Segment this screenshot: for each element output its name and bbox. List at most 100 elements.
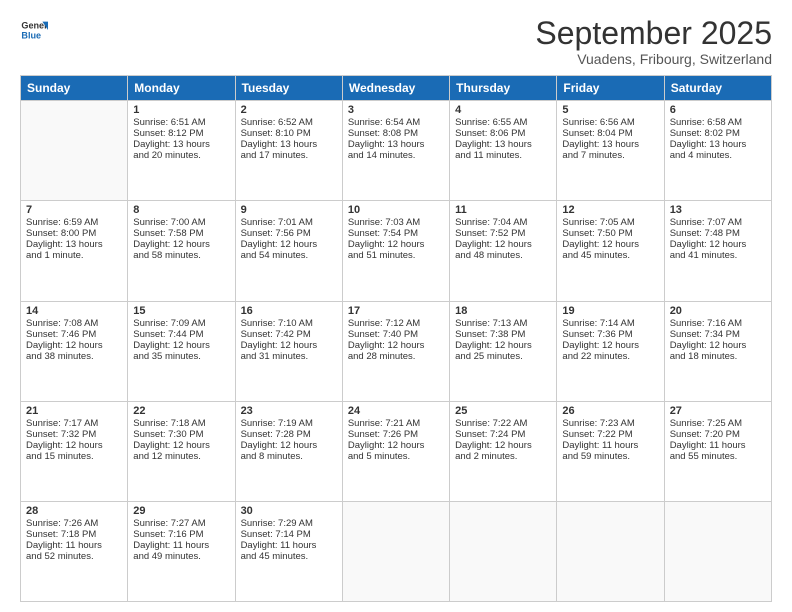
day-detail: Sunrise: 7:29 AM [241,518,337,529]
day-detail: Sunrise: 6:54 AM [348,117,444,128]
title-block: September 2025 Vuadens, Fribourg, Switze… [535,16,772,67]
calendar-day-header: Wednesday [342,76,449,101]
day-detail: Daylight: 13 hours [562,139,658,150]
calendar-cell: 5Sunrise: 6:56 AMSunset: 8:04 PMDaylight… [557,101,664,201]
day-detail: Sunrise: 6:56 AM [562,117,658,128]
day-detail: and 45 minutes. [562,250,658,261]
calendar-cell: 14Sunrise: 7:08 AMSunset: 7:46 PMDayligh… [21,301,128,401]
day-number: 16 [241,305,337,317]
day-detail: Sunrise: 7:27 AM [133,518,229,529]
day-detail: Daylight: 12 hours [670,239,766,250]
svg-text:Blue: Blue [21,30,41,40]
day-detail: Sunset: 7:34 PM [670,329,766,340]
day-detail: and 35 minutes. [133,351,229,362]
day-detail: Sunset: 7:58 PM [133,228,229,239]
day-detail: Daylight: 12 hours [133,239,229,250]
day-detail: Sunrise: 7:05 AM [562,217,658,228]
calendar-cell [664,501,771,601]
calendar-cell: 15Sunrise: 7:09 AMSunset: 7:44 PMDayligh… [128,301,235,401]
day-number: 30 [241,505,337,517]
day-detail: and 4 minutes. [670,150,766,161]
day-number: 10 [348,204,444,216]
day-detail: Daylight: 11 hours [562,440,658,451]
day-detail: Sunset: 7:20 PM [670,429,766,440]
day-detail: Sunset: 7:54 PM [348,228,444,239]
calendar-cell: 30Sunrise: 7:29 AMSunset: 7:14 PMDayligh… [235,501,342,601]
calendar-cell [21,101,128,201]
day-detail: Daylight: 12 hours [133,340,229,351]
calendar-week-row: 1Sunrise: 6:51 AMSunset: 8:12 PMDaylight… [21,101,772,201]
day-detail: and 41 minutes. [670,250,766,261]
logo: General Blue [20,16,48,44]
day-detail: Sunrise: 7:03 AM [348,217,444,228]
day-detail: Sunrise: 7:09 AM [133,318,229,329]
day-detail: and 58 minutes. [133,250,229,261]
day-detail: Daylight: 13 hours [670,139,766,150]
day-detail: Sunrise: 7:04 AM [455,217,551,228]
calendar-cell: 25Sunrise: 7:22 AMSunset: 7:24 PMDayligh… [450,401,557,501]
day-detail: and 22 minutes. [562,351,658,362]
day-detail: Sunset: 7:22 PM [562,429,658,440]
day-detail: Sunset: 7:28 PM [241,429,337,440]
day-detail: Sunrise: 7:10 AM [241,318,337,329]
calendar-cell [450,501,557,601]
day-detail: Sunset: 7:56 PM [241,228,337,239]
day-number: 4 [455,104,551,116]
day-detail: Sunset: 7:18 PM [26,529,122,540]
calendar-cell: 28Sunrise: 7:26 AMSunset: 7:18 PMDayligh… [21,501,128,601]
calendar-cell: 17Sunrise: 7:12 AMSunset: 7:40 PMDayligh… [342,301,449,401]
day-detail: Sunset: 7:26 PM [348,429,444,440]
day-detail: Daylight: 12 hours [241,340,337,351]
day-number: 9 [241,204,337,216]
day-detail: and 38 minutes. [26,351,122,362]
day-detail: Sunrise: 7:19 AM [241,418,337,429]
page: General Blue September 2025 Vuadens, Fri… [0,0,792,612]
calendar-cell: 8Sunrise: 7:00 AMSunset: 7:58 PMDaylight… [128,201,235,301]
day-number: 11 [455,204,551,216]
day-detail: and 8 minutes. [241,451,337,462]
day-detail: Sunrise: 7:18 AM [133,418,229,429]
calendar-cell: 18Sunrise: 7:13 AMSunset: 7:38 PMDayligh… [450,301,557,401]
calendar-cell: 21Sunrise: 7:17 AMSunset: 7:32 PMDayligh… [21,401,128,501]
day-number: 2 [241,104,337,116]
day-number: 14 [26,305,122,317]
calendar-cell: 22Sunrise: 7:18 AMSunset: 7:30 PMDayligh… [128,401,235,501]
day-detail: Sunset: 7:16 PM [133,529,229,540]
logo-icon: General Blue [20,16,48,44]
calendar-day-header: Monday [128,76,235,101]
calendar-cell: 1Sunrise: 6:51 AMSunset: 8:12 PMDaylight… [128,101,235,201]
calendar-header-row: SundayMondayTuesdayWednesdayThursdayFrid… [21,76,772,101]
day-detail: Daylight: 12 hours [26,440,122,451]
day-number: 25 [455,405,551,417]
calendar-cell: 29Sunrise: 7:27 AMSunset: 7:16 PMDayligh… [128,501,235,601]
day-number: 7 [26,204,122,216]
calendar-cell: 3Sunrise: 6:54 AMSunset: 8:08 PMDaylight… [342,101,449,201]
day-detail: and 1 minute. [26,250,122,261]
calendar-day-header: Friday [557,76,664,101]
day-detail: Daylight: 11 hours [133,540,229,551]
day-detail: Sunrise: 7:21 AM [348,418,444,429]
day-number: 13 [670,204,766,216]
day-number: 8 [133,204,229,216]
day-detail: Daylight: 12 hours [348,340,444,351]
day-number: 22 [133,405,229,417]
day-detail: Daylight: 12 hours [26,340,122,351]
location-subtitle: Vuadens, Fribourg, Switzerland [535,51,772,67]
day-detail: Sunrise: 7:01 AM [241,217,337,228]
day-detail: and 5 minutes. [348,451,444,462]
day-detail: Sunset: 7:14 PM [241,529,337,540]
day-detail: and 59 minutes. [562,451,658,462]
day-detail: Sunrise: 7:16 AM [670,318,766,329]
day-detail: Daylight: 12 hours [133,440,229,451]
day-detail: Sunrise: 7:00 AM [133,217,229,228]
calendar-cell: 12Sunrise: 7:05 AMSunset: 7:50 PMDayligh… [557,201,664,301]
calendar-cell: 24Sunrise: 7:21 AMSunset: 7:26 PMDayligh… [342,401,449,501]
day-detail: Sunrise: 7:25 AM [670,418,766,429]
day-detail: Daylight: 13 hours [348,139,444,150]
day-detail: Daylight: 13 hours [133,139,229,150]
day-number: 15 [133,305,229,317]
day-number: 6 [670,104,766,116]
day-detail: Daylight: 12 hours [348,239,444,250]
day-detail: Daylight: 11 hours [26,540,122,551]
day-number: 26 [562,405,658,417]
